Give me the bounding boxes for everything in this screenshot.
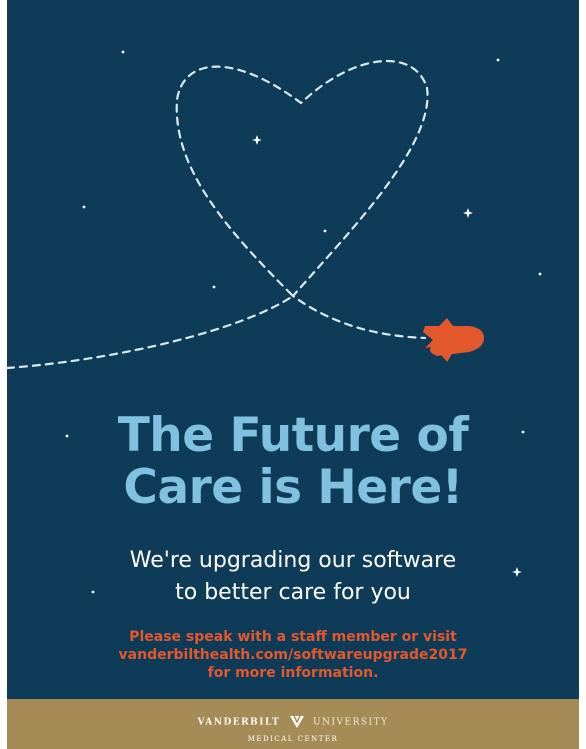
star-icon — [463, 208, 473, 218]
headline-line-2: Care is Here! — [123, 460, 463, 515]
star-icon — [252, 135, 262, 145]
heart-trail-illustration — [7, 50, 542, 370]
star-icon — [212, 285, 216, 289]
vu-logo-icon — [289, 715, 304, 728]
subheadline-line-2: to better care for you — [175, 580, 411, 605]
rocket-icon — [423, 318, 484, 362]
vanderbilt-logo: VANDERBILT UNIVERSITY — [7, 715, 579, 729]
logo-subtitle: MEDICAL CENTER — [247, 735, 339, 743]
star-icon — [121, 50, 125, 54]
info-url[interactable]: vanderbilthealth.com/softwareupgrade2017 — [7, 646, 579, 664]
dashed-heart-trail — [7, 59, 429, 370]
star-icon — [323, 229, 327, 233]
info-line-1: Please speak with a staff member or visi… — [129, 629, 457, 645]
star-icon — [82, 205, 86, 209]
poster: The Future of Care is Here! We're upgrad… — [7, 0, 579, 749]
logo-word-university: UNIVERSITY — [312, 717, 389, 728]
info-line-3: for more information. — [207, 665, 379, 681]
star-icon — [496, 58, 500, 62]
subheadline-line-1: We're upgrading our software — [129, 548, 457, 573]
logo-word-vanderbilt: VANDERBILT — [197, 717, 281, 728]
star-icon — [538, 272, 542, 276]
headline-line-1: The Future of — [117, 408, 469, 463]
footer-band: VANDERBILT UNIVERSITY MEDICAL CENTER — [7, 699, 579, 749]
